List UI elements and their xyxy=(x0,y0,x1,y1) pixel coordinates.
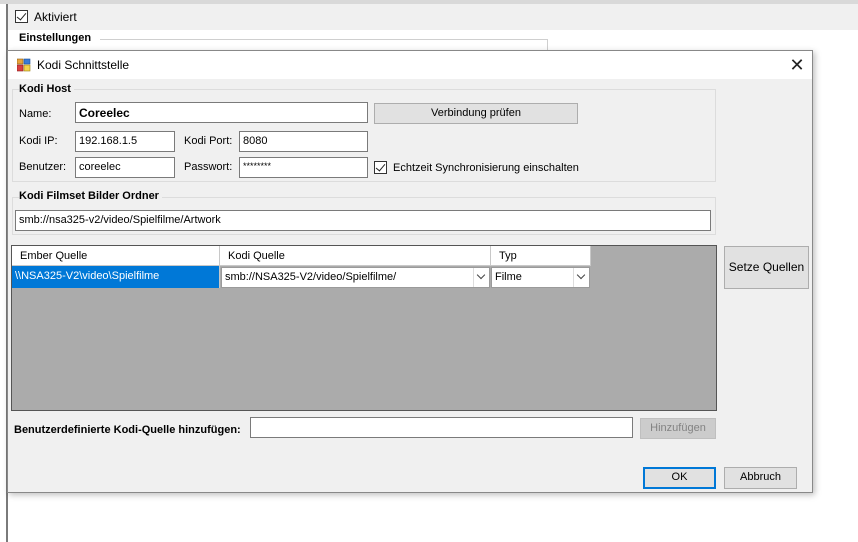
grid-header-kodi-source[interactable]: Kodi Quelle xyxy=(220,246,491,266)
kodi-app-icon xyxy=(17,58,31,72)
settings-group-title: Einstellungen xyxy=(19,32,92,44)
grid-cell-kodi-source-value: smb://NSA325-V2/video/Spielfilme/ xyxy=(225,271,397,283)
realtime-sync-label: Echtzeit Synchronisierung einschalten xyxy=(393,162,579,174)
user-label: Benutzer: xyxy=(19,161,67,173)
user-field[interactable]: coreelec xyxy=(75,157,175,178)
parent-activated-row xyxy=(8,4,858,30)
name-label: Name: xyxy=(19,108,52,120)
kodi-host-group-title: Kodi Host xyxy=(19,83,74,95)
kodi-ip-field[interactable]: 192.168.1.5 xyxy=(75,131,175,152)
custom-source-field[interactable] xyxy=(250,417,633,438)
close-icon: ✕ xyxy=(789,55,805,75)
custom-source-label: Benutzerdefinierte Kodi-Quelle hinzufüge… xyxy=(14,424,241,436)
realtime-sync-checkbox[interactable] xyxy=(374,161,387,174)
ok-button[interactable]: OK xyxy=(643,467,716,489)
close-button[interactable]: ✕ xyxy=(784,55,810,77)
kodi-port-label: Kodi Port: xyxy=(184,135,233,147)
set-sources-button[interactable]: Setze Quellen xyxy=(724,246,809,289)
add-button[interactable]: Hinzufügen xyxy=(640,418,716,439)
sources-grid[interactable]: Ember Quelle Kodi Quelle Typ \\NSA325-V2… xyxy=(11,245,717,411)
activated-checkbox-label: Aktiviert xyxy=(34,10,77,24)
dialog-titlebar: Kodi Schnittstelle ✕ xyxy=(8,51,812,79)
cancel-button[interactable]: Abbruch xyxy=(724,467,797,489)
grid-cell-ember-source[interactable]: \\NSA325-V2\video\Spielfilme xyxy=(12,266,220,288)
grid-header-type[interactable]: Typ xyxy=(491,246,591,266)
kodi-port-field[interactable]: 8080 xyxy=(239,131,368,152)
dialog-title: Kodi Schnittstelle xyxy=(37,58,130,72)
password-field[interactable]: ******** xyxy=(239,157,368,178)
activated-checkbox[interactable] xyxy=(15,10,28,23)
grid-header-ember-source[interactable]: Ember Quelle xyxy=(12,246,220,266)
grid-cell-type-dropdown[interactable]: Filme xyxy=(491,267,590,288)
grid-cell-kodi-source-dropdown[interactable]: smb://NSA325-V2/video/Spielfilme/ xyxy=(221,267,490,288)
chevron-down-icon[interactable] xyxy=(473,268,489,287)
verify-connection-button[interactable]: Verbindung prüfen xyxy=(374,103,578,124)
kodi-interface-dialog: Kodi Schnittstelle ✕ Kodi Host Name: Cor… xyxy=(7,50,813,493)
settings-group-border xyxy=(100,39,548,40)
kodi-ip-label: Kodi IP: xyxy=(19,135,58,147)
artwork-folder-field[interactable]: smb://nsa325-v2/video/Spielfilme/Artwork xyxy=(15,210,711,231)
chevron-down-icon[interactable] xyxy=(573,268,589,287)
name-field[interactable]: Coreelec xyxy=(75,102,368,123)
artwork-folder-group-title: Kodi Filmset Bilder Ordner xyxy=(19,190,162,202)
password-label: Passwort: xyxy=(184,161,233,173)
grid-cell-type-value: Filme xyxy=(495,271,522,283)
